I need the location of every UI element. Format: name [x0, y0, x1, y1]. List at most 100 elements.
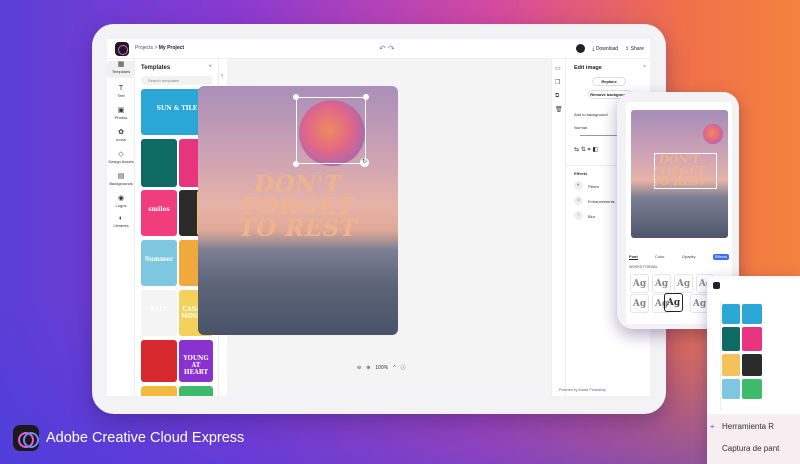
templates-icon: ▦: [117, 61, 125, 68]
template-label: smiles: [148, 206, 170, 214]
rail-item-templates[interactable]: ▦ Templates: [107, 61, 135, 78]
flip-icons[interactable]: ⇆ ⇅ ⌗ ◧: [574, 146, 598, 154]
rail-label: Logos: [115, 203, 127, 208]
breadcrumb-projects[interactable]: Projects: [135, 45, 153, 51]
template-thumbnail: [742, 354, 762, 376]
context-menu: Herramienta R Captura de pant ⌖: [707, 414, 800, 464]
rail-label: Libraries: [113, 223, 129, 228]
templates-title: Templates: [141, 65, 171, 71]
download-icon: ⤓: [592, 45, 595, 52]
rail-item-libraries[interactable]: ◐ Libraries: [107, 215, 135, 228]
selection-box: [296, 97, 366, 164]
icons-icon: ✿: [118, 129, 124, 136]
template-thumbnail: [742, 379, 762, 399]
layers-icon[interactable]: ▭: [555, 65, 561, 72]
blur-icon: ◌: [574, 211, 583, 220]
tab-opacity[interactable]: Opacity: [682, 254, 696, 260]
undo-redo: ↶ ↷: [379, 44, 395, 53]
rail-item-icons[interactable]: ✿ Icons: [107, 129, 135, 142]
add-background-toggle[interactable]: Add to background: [574, 112, 608, 117]
close-icon[interactable]: ×: [208, 64, 212, 70]
libraries-icon: ◐: [118, 215, 124, 222]
template-thumbnail[interactable]: smiles: [141, 190, 177, 236]
template-thumbnail: [722, 304, 740, 324]
download-label: Download: [595, 45, 619, 52]
logos-icon: ◉: [117, 195, 125, 202]
text-icon: T: [118, 85, 124, 92]
menu-item-herramienta[interactable]: Herramienta R: [722, 422, 774, 431]
menu-item-captura[interactable]: Captura de pant: [722, 444, 779, 453]
rail-item-backgrounds[interactable]: ▤ Backgrounds: [107, 173, 135, 186]
headline-text[interactable]: DON'T FORGET TO REST: [198, 173, 398, 242]
resize-handle[interactable]: [293, 94, 299, 100]
rail-item-text[interactable]: T Text: [107, 85, 135, 98]
zoom-out-icon[interactable]: ⊖: [357, 365, 361, 371]
font-sample[interactable]: Ag: [652, 274, 671, 293]
template-thumbnail: [722, 379, 740, 399]
font-sample[interactable]: Ag: [674, 274, 693, 293]
zoom-value[interactable]: 100%: [375, 365, 388, 371]
search-input[interactable]: Search templates: [141, 76, 213, 85]
phone-headline[interactable]: DON'T FORGET TO REST: [631, 154, 728, 187]
font-sample[interactable]: Ag: [630, 294, 649, 313]
chevron-up-icon[interactable]: ^: [393, 365, 395, 371]
design-canvas[interactable]: ↻ DON'T FORGET TO REST: [198, 86, 398, 335]
app-logo-icon: [713, 282, 720, 289]
font-section-label: WORKS FORMAL: [629, 265, 658, 269]
font-sample[interactable]: Ag: [630, 274, 649, 293]
delete-icon[interactable]: 🗑: [555, 106, 563, 113]
rotate-icon[interactable]: ↻: [360, 158, 369, 167]
rail-item-design-assets[interactable]: ◇ Design Assets: [107, 151, 135, 164]
avatar[interactable]: [576, 44, 586, 53]
template-thumbnail[interactable]: YOUNG AT HEART: [179, 340, 213, 382]
redo-icon[interactable]: ↷: [388, 44, 395, 53]
zoom-in-icon[interactable]: ⊕: [366, 365, 370, 371]
resize-handle[interactable]: [363, 94, 369, 100]
template-thumbnail[interactable]: Summer: [141, 240, 177, 286]
template-thumbnail[interactable]: JUICE MENU: [179, 386, 213, 396]
headline-line: TO REST: [238, 215, 358, 242]
top-actions: ⤓ Download ⇪ Share: [576, 44, 644, 53]
rail-label: Text: [117, 93, 125, 98]
collapse-panel-icon[interactable]: ‹: [221, 73, 223, 79]
rail-label: Design Assets: [108, 159, 134, 164]
project-name[interactable]: My Project: [159, 45, 184, 51]
template-thumbnail[interactable]: [141, 340, 177, 382]
design-assets-icon: ◇: [118, 151, 124, 158]
template-thumbnail: [722, 354, 740, 376]
font-sample-selected[interactable]: Ag: [664, 293, 683, 312]
rail-label: Icons: [116, 137, 126, 142]
filters-item[interactable]: Filters: [588, 184, 599, 189]
download-button[interactable]: ⤓ Download: [592, 46, 618, 52]
resize-handle[interactable]: [293, 161, 299, 167]
breadcrumb: Projects > My Project: [135, 45, 184, 51]
template-thumbnail[interactable]: [141, 139, 177, 187]
tab-effects[interactable]: Effects: [712, 254, 729, 260]
duplicate-icon[interactable]: ❐: [555, 79, 560, 86]
share-button[interactable]: ⇪ Share: [625, 46, 644, 52]
tab-color[interactable]: Color: [655, 254, 665, 260]
laptop-screen: [710, 279, 800, 414]
template-thumbnail[interactable]: BIG ANNUAL: [141, 386, 177, 396]
headline-line: TO REST: [651, 175, 708, 188]
template-thumbnail[interactable]: SALE: [141, 290, 177, 336]
replace-button[interactable]: Replace: [592, 77, 626, 86]
enhancements-item[interactable]: Enhancements: [588, 199, 615, 204]
rail-item-logos[interactable]: ◉ Logos: [107, 195, 135, 208]
rail-item-photos[interactable]: ▣ Photos: [107, 107, 135, 120]
properties-title: Edit image: [574, 65, 602, 71]
blend-mode-select[interactable]: Normal: [574, 125, 587, 130]
template-label: YOUNG AT HEART: [183, 354, 209, 376]
arrange-icon[interactable]: ⧉: [555, 93, 559, 100]
laptop-window: Herramienta R Captura de pant ⌖: [707, 276, 800, 464]
phone-design-canvas[interactable]: DON'T FORGET TO REST: [631, 110, 728, 238]
close-icon[interactable]: ×: [643, 64, 646, 70]
app-logo-icon[interactable]: [115, 42, 129, 56]
tab-font[interactable]: Font: [629, 254, 638, 260]
rail-label: Templates: [111, 69, 131, 74]
help-icon[interactable]: ⓘ: [401, 364, 406, 371]
blur-item[interactable]: Blur: [588, 214, 595, 219]
undo-icon[interactable]: ↶: [379, 44, 386, 53]
template-thumbnail: [742, 327, 762, 351]
sun-image[interactable]: [703, 124, 723, 144]
